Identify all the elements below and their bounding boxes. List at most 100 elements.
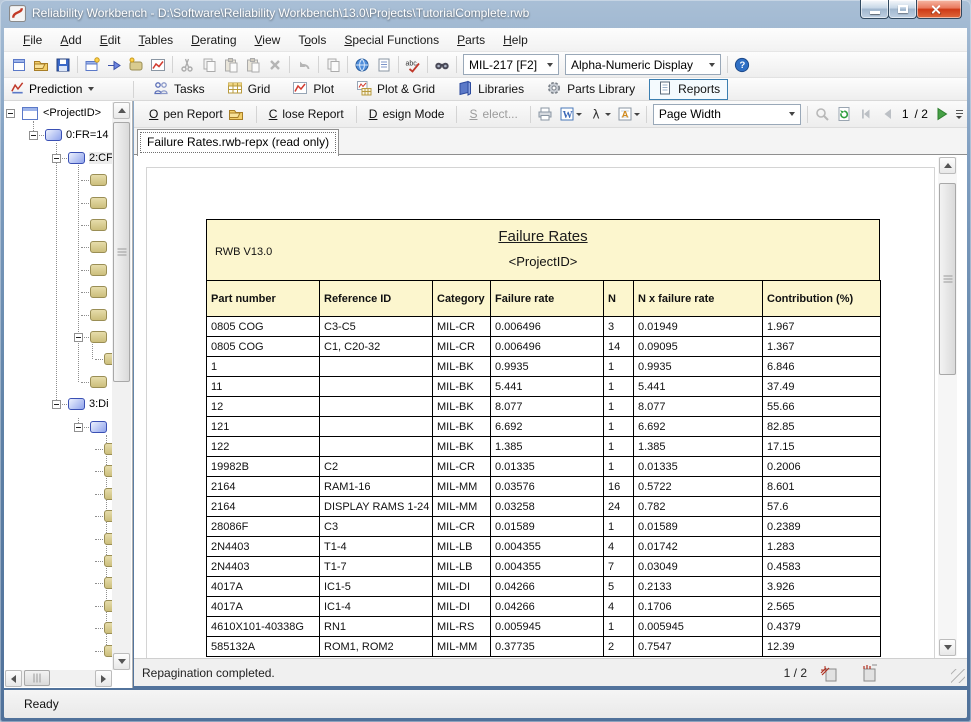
tree-expander-icon[interactable] [29,131,38,140]
menu-edit[interactable]: Edit [91,30,130,50]
tree-node-label[interactable]: 3:Di [89,398,109,410]
tree-item[interactable] [90,240,112,256]
tree-item[interactable] [104,352,112,368]
web-enable-icon[interactable] [351,54,373,75]
tree-item[interactable] [104,644,112,660]
tree-node-tan-icon[interactable] [104,510,112,522]
tree-node-tan-icon[interactable] [104,488,112,500]
scroll-down-button[interactable] [939,639,956,656]
tree-item[interactable] [104,442,112,458]
export-text-icon[interactable]: A [614,106,643,122]
module-libraries[interactable]: Libraries [449,79,532,100]
tree-item[interactable] [104,599,112,615]
tree-node-blue-icon[interactable] [45,129,62,141]
tree-node-tan-icon[interactable] [104,622,112,634]
resize-grip[interactable] [951,669,965,683]
tree-node-tan-icon[interactable] [90,264,107,276]
tree-node-tan-icon[interactable] [90,376,107,388]
standard-selector-combo[interactable]: MIL-217 [F2] [463,54,559,75]
tree-item[interactable] [104,464,112,480]
menu-tables[interactable]: Tables [129,30,182,50]
tree-item[interactable]: <ProjectID> [22,106,112,122]
menu-file[interactable]: File [14,30,51,50]
tree-item[interactable] [90,263,112,279]
tree-expander-icon[interactable] [52,400,61,409]
display-mode-combo[interactable]: Alpha-Numeric Display [565,54,721,75]
tree-expander-icon[interactable] [74,333,83,342]
tree-node-label[interactable]: 0:FR=14 [66,129,109,141]
tree-expander-icon[interactable] [74,423,83,432]
export-word-icon[interactable]: W [556,106,585,122]
tree-hscroll-thumb[interactable] [24,670,50,686]
goto-item-icon[interactable] [103,54,125,75]
scroll-up-button[interactable] [113,102,130,119]
tree-node-blue-icon[interactable] [68,152,85,164]
tree-node-blue-icon[interactable] [68,398,85,410]
tree-node-blue-icon[interactable] [90,421,107,433]
maximize-button[interactable] [888,0,917,19]
tree-node-tan-icon[interactable] [104,353,112,365]
tree-node-tan-icon[interactable] [90,197,107,209]
tree-node-tan-icon[interactable] [104,577,112,589]
help-icon[interactable]: ? [731,54,753,75]
tree-item[interactable] [104,621,112,637]
zoom-combo[interactable]: Page Width [653,104,801,125]
tree-item[interactable]: 0:FR=14 [45,128,112,144]
next-page-icon[interactable] [931,104,953,125]
tree-item[interactable] [90,218,112,234]
tree-item[interactable] [90,173,112,189]
menu-add[interactable]: Add [51,30,90,50]
tree-node-tan-icon[interactable] [90,219,107,231]
tree-item[interactable] [90,330,112,346]
tree-node-tan-icon[interactable] [104,533,112,545]
module-reports[interactable]: Reports [649,79,728,100]
tree-item[interactable] [90,196,112,212]
project-options-icon[interactable] [373,54,395,75]
tree-node-tan-icon[interactable] [90,331,107,343]
find-icon[interactable] [431,54,453,75]
design-mode-button[interactable]: Design Mode [360,107,454,121]
module-tasks[interactable]: Tasks [145,79,213,100]
refresh-icon[interactable] [833,104,855,125]
tree-expander-icon[interactable] [6,109,15,118]
plot-chart-icon[interactable] [147,54,169,75]
toolbar-overflow-button[interactable] [953,105,965,123]
save-project-icon[interactable] [52,54,74,75]
close-report-button[interactable]: Close Report [260,107,353,121]
tree-item[interactable] [104,554,112,570]
menu-parts[interactable]: Parts [448,30,494,50]
module-grid[interactable]: Grid [219,79,279,100]
tree-node-tan-icon[interactable] [90,286,107,298]
scroll-left-button[interactable] [5,670,22,687]
tree-node-label[interactable]: 2:CF [89,152,112,164]
tree-item[interactable] [104,509,112,525]
prediction-dropdown[interactable]: Prediction [4,80,130,98]
tree-node-tan-icon[interactable] [90,174,107,186]
tree-scroll-thumb[interactable] [113,122,130,382]
tree-node-tan-icon[interactable] [104,465,112,477]
open-project-icon[interactable] [30,54,52,75]
page-setup-icon[interactable] [859,663,879,683]
menu-special-functions[interactable]: Special Functions [335,30,448,50]
open-report-button[interactable]: Open Report [140,106,253,122]
tree-expander-icon[interactable] [52,154,61,163]
new-window-item-icon[interactable] [81,54,103,75]
tree-horizontal-scrollbar[interactable] [5,670,112,687]
new-project-icon[interactable] [8,54,30,75]
tree-node-tan-icon[interactable] [104,645,112,657]
module-plot[interactable]: Plot [284,79,342,100]
menu-view[interactable]: View [246,30,290,50]
spell-check-icon[interactable]: abc [402,54,424,75]
menu-tools[interactable]: Tools [289,30,335,50]
scroll-right-button[interactable] [95,670,112,687]
tree-item[interactable] [104,487,112,503]
menu-help[interactable]: Help [494,30,537,50]
tree-item[interactable] [104,532,112,548]
field-codes-icon[interactable]: λ [585,106,614,122]
scroll-up-button[interactable] [939,157,956,174]
tree-node-tan-icon[interactable] [104,443,112,455]
scroll-down-button[interactable] [113,653,130,670]
report-vertical-scrollbar[interactable] [938,157,957,656]
tree-item[interactable]: 3:Di [68,397,112,413]
tree-node-label[interactable]: <ProjectID> [43,107,101,119]
